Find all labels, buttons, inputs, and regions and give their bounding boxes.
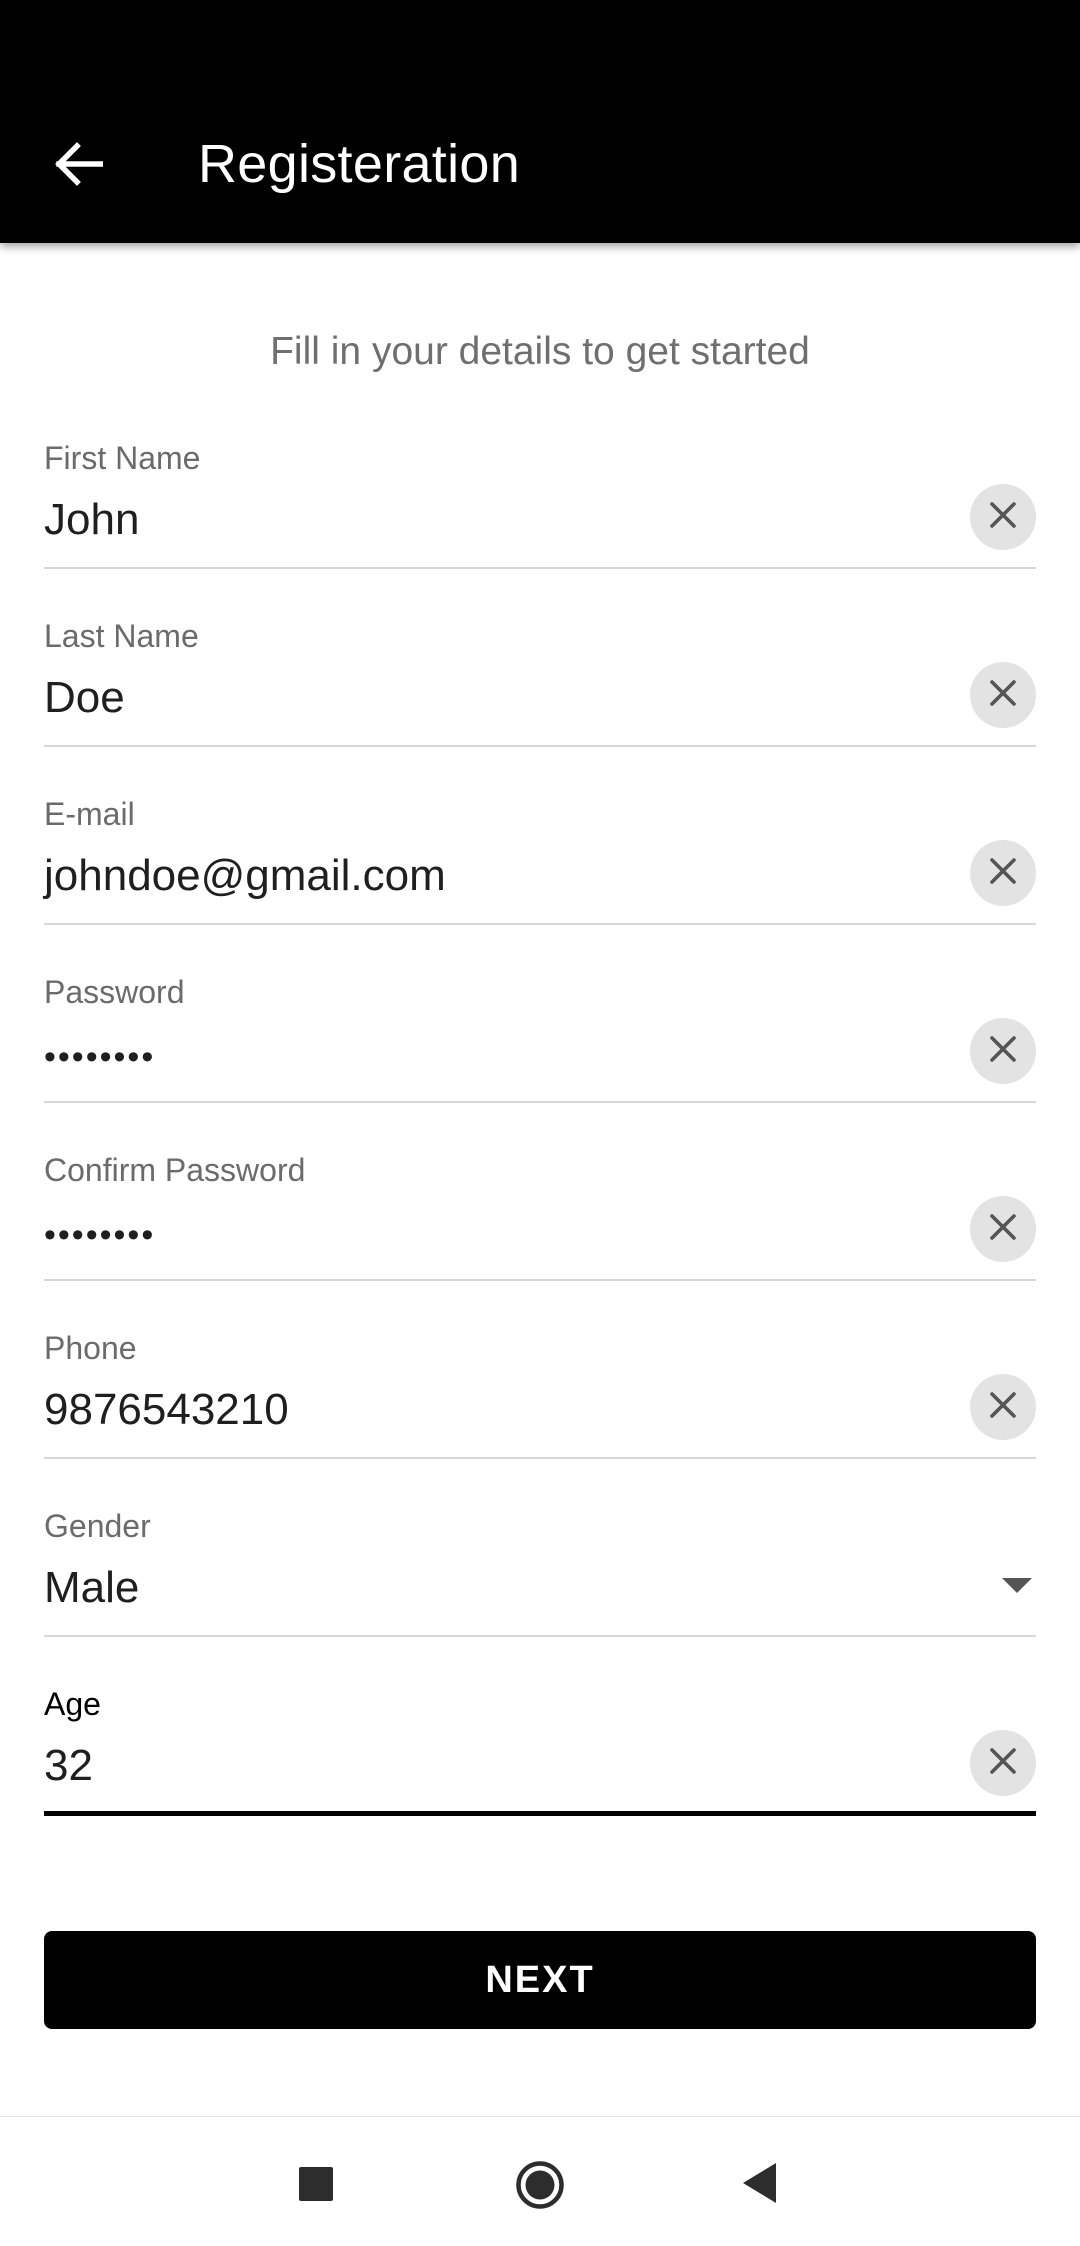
phone-clear-button[interactable] [970,1374,1036,1440]
close-icon [989,679,1017,712]
confirm-password-input[interactable]: •••••••• [44,1205,944,1265]
caret-down-icon[interactable] [1002,1578,1032,1593]
registration-screen: Registeration Fill in your details to ge… [0,0,1080,2246]
password-label: Password [44,974,185,1010]
age-field: Age 32 [44,1684,1036,1862]
close-icon [989,1391,1017,1424]
age-underline [44,1811,1036,1816]
subtitle-text: Fill in your details to get started [270,330,810,373]
email-underline [44,923,1036,925]
phone-underline [44,1457,1036,1459]
age-clear-button[interactable] [970,1730,1036,1796]
email-input[interactable]: johndoe@gmail.com [44,846,944,906]
gender-select[interactable]: Male [44,1558,944,1618]
last-name-field: Last Name Doe [44,616,1036,794]
password-input[interactable]: •••••••• [44,1027,944,1087]
next-button[interactable]: NEXT [44,1931,1036,2029]
first-name-clear-button[interactable] [970,484,1036,550]
email-clear-button[interactable] [970,840,1036,906]
email-field: E-mail johndoe@gmail.com [44,794,1036,972]
close-icon [989,501,1017,534]
confirm-password-clear-button[interactable] [970,1196,1036,1262]
page-title: Registeration [198,134,521,194]
close-icon [989,1213,1017,1246]
confirm-password-underline [44,1279,1036,1281]
first-name-label: First Name [44,440,201,476]
email-label: E-mail [44,796,135,832]
confirm-password-field: Confirm Password •••••••• [44,1150,1036,1328]
gender-underline [44,1635,1036,1637]
phone-field: Phone 9876543210 [44,1328,1036,1506]
gender-field[interactable]: Gender Male [44,1506,1036,1684]
circle-icon[interactable] [515,2160,565,2210]
phone-input[interactable]: 9876543210 [44,1380,944,1440]
gender-label: Gender [44,1508,151,1544]
last-name-underline [44,745,1036,747]
confirm-password-label: Confirm Password [44,1152,306,1188]
first-name-input[interactable]: John [44,490,944,550]
age-input[interactable]: 32 [44,1736,944,1796]
password-clear-button[interactable] [970,1018,1036,1084]
last-name-label: Last Name [44,618,199,654]
password-underline [44,1101,1036,1103]
close-icon [989,1747,1017,1780]
square-icon[interactable] [299,2167,333,2201]
triangle-back-icon[interactable] [740,2160,780,2206]
arrow-left-icon [53,141,104,191]
first-name-underline [44,567,1036,569]
system-nav-bar [0,2116,1080,2246]
age-label: Age [44,1686,101,1722]
close-icon [989,1035,1017,1068]
first-name-field: First Name John [44,438,1036,616]
last-name-clear-button[interactable] [970,662,1036,728]
last-name-input[interactable]: Doe [44,668,944,728]
close-icon [989,857,1017,890]
app-bar: Registeration [0,0,1080,243]
password-field: Password •••••••• [44,972,1036,1150]
back-button[interactable] [36,124,120,208]
phone-label: Phone [44,1330,137,1366]
